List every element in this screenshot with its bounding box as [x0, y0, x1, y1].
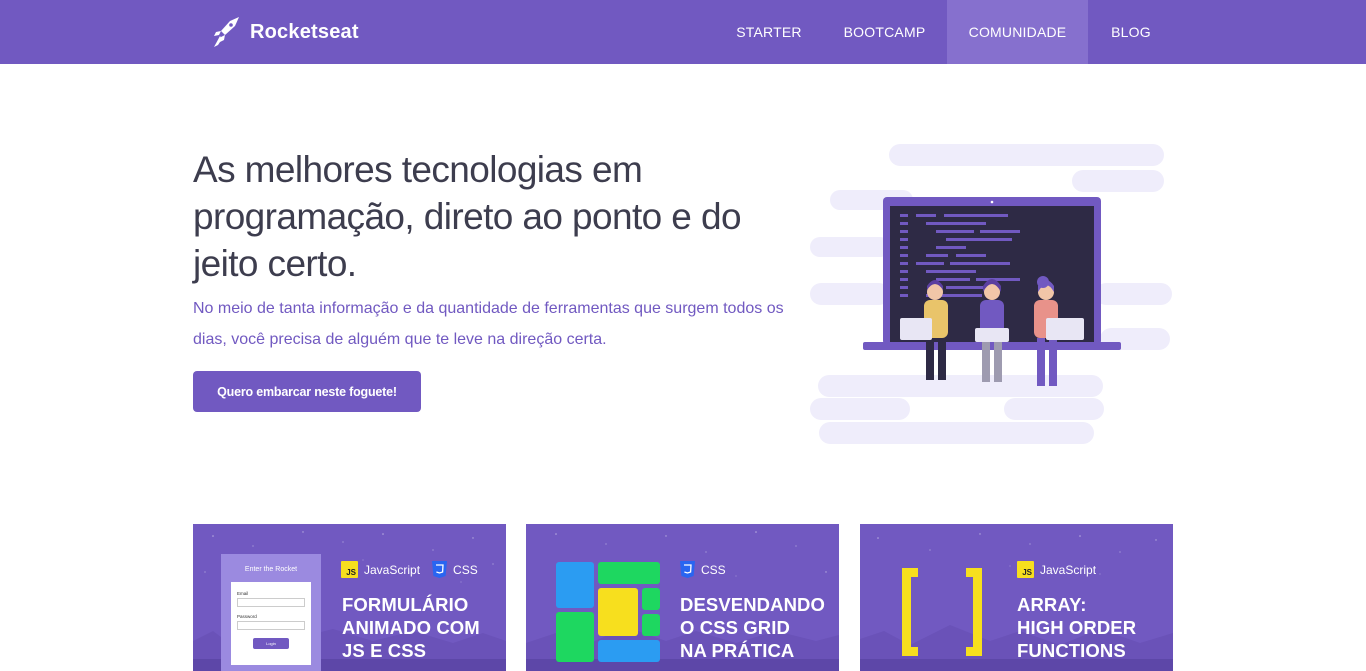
nav-item-comunidade[interactable]: COMUNIDADE	[947, 0, 1088, 64]
form-preview-email-input	[237, 598, 305, 607]
array-brackets-illustration	[902, 568, 982, 656]
top-navbar: Rocketseat STARTER BOOTCAMP COMUNIDADE B…	[0, 0, 1366, 64]
css3-shield-icon	[432, 561, 448, 578]
css3-shield-icon	[680, 561, 695, 578]
tag-css: CSS	[432, 561, 478, 578]
card-title: ARRAY: HIGH ORDER FUNCTIONS	[1017, 594, 1137, 661]
nav-item-starter[interactable]: STARTER	[718, 0, 820, 64]
form-preview-email-label: Email	[237, 591, 249, 596]
form-preview-title: Enter the Rocket	[244, 566, 298, 573]
course-card-array[interactable]: JS JavaScript ARRAY: HIGH ORDER FUNCTION…	[860, 524, 1173, 671]
nav-item-bootcamp[interactable]: BOOTCAMP	[832, 0, 937, 64]
rocket-icon	[214, 17, 239, 47]
tag-javascript: JS JavaScript	[341, 561, 420, 578]
hero-illustration	[810, 144, 1172, 444]
form-preview-password-label: Password	[237, 614, 257, 619]
brand-logo[interactable]: Rocketseat	[212, 14, 359, 50]
card-title: FORMULÁRIO ANIMADO COM JS E CSS	[342, 594, 480, 661]
tag-label: CSS	[453, 562, 478, 577]
tech-tags: JS JavaScript CSS	[341, 561, 478, 578]
tag-label: CSS	[701, 562, 726, 577]
tag-label: JavaScript	[1040, 562, 1097, 577]
form-preview-password-input	[237, 621, 305, 630]
form-preview-login-button: Login	[253, 638, 289, 649]
tag-css: CSS	[680, 561, 726, 578]
tech-tags: JS JavaScript	[1017, 561, 1096, 578]
hero-title: As melhores tecnologias em programação, …	[193, 149, 742, 284]
cta-button[interactable]: Quero embarcar neste foguete!	[193, 371, 421, 412]
hero-description: No meio de tanta informação e da quantid…	[193, 300, 784, 348]
tag-javascript: JS JavaScript	[1017, 561, 1096, 578]
nav-item-blog[interactable]: BLOG	[1096, 0, 1166, 64]
login-form-preview: Enter the Rocket Email Password Login	[221, 554, 321, 671]
tech-tags: CSS	[680, 561, 726, 578]
card-title: DESVENDANDO O CSS GRID NA PRÁTICA	[680, 594, 826, 661]
course-card-css-grid[interactable]: CSS DESVENDANDO O CSS GRID NA PRÁTICA	[526, 524, 839, 671]
course-card-formulario[interactable]: Enter the Rocket Email Password Login JS…	[193, 524, 506, 671]
css-grid-illustration	[556, 562, 660, 662]
brand-name: Rocketseat	[250, 20, 359, 43]
form-preview-body: Email Password Login	[231, 582, 311, 665]
javascript-badge-icon: JS	[341, 561, 358, 578]
javascript-badge-icon: JS	[1017, 561, 1034, 578]
tag-label: JavaScript	[364, 562, 421, 577]
